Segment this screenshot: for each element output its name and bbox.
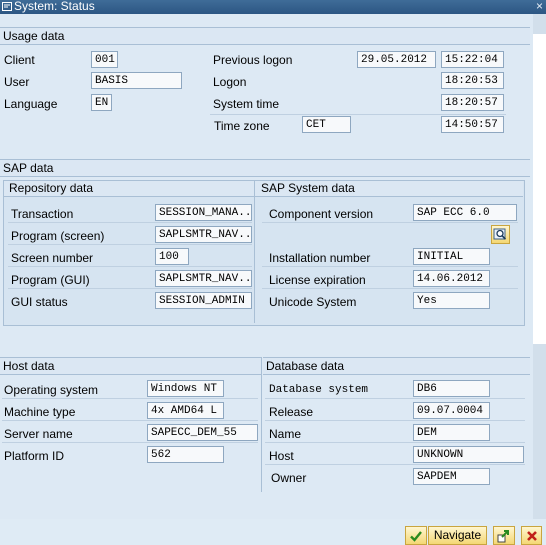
row-divider (265, 442, 525, 443)
installation-number-value: INITIAL (413, 248, 490, 265)
platform-id-value: 562 (147, 446, 224, 463)
machine-type-value: 4x AMD64 L (147, 402, 224, 419)
program-gui-value: SAPLSMTR_NAV... (155, 270, 252, 287)
release-label: Release (269, 405, 314, 419)
title-bar: System: Status × (0, 0, 546, 14)
license-expiration-value: 14.06.2012 (413, 270, 490, 287)
language-value: EN (91, 94, 112, 111)
license-expiration-label: License expiration (269, 273, 366, 287)
database-data-header: Database data (263, 357, 530, 375)
installation-number-label: Installation number (269, 251, 371, 265)
host-data-header: Host data (0, 357, 261, 375)
magnifier-detail-icon[interactable] (491, 225, 510, 244)
owner-value: SAPDEM (413, 468, 490, 485)
row-divider (8, 288, 252, 289)
row-divider (265, 420, 525, 421)
check-icon (410, 531, 422, 542)
row-divider (8, 222, 252, 223)
previous-logon-label: Previous logon (213, 53, 293, 67)
operating-system-value: Windows NT (147, 380, 224, 397)
row-divider (2, 442, 258, 443)
gui-status-value: SESSION_ADMIN (155, 292, 252, 309)
row-divider (265, 464, 525, 465)
system-time-value: 18:20:57 (441, 94, 504, 111)
owner-label: Owner (271, 471, 307, 485)
platform-id-label: Platform ID (4, 449, 65, 463)
row-divider (262, 288, 518, 289)
unicode-system-value: Yes (413, 292, 490, 309)
db-host-value: UNKNOWN (413, 446, 524, 463)
navigate-button[interactable]: Navigate (428, 526, 487, 545)
previous-logon-date: 29.05.2012 (357, 51, 436, 68)
sap-data-header: SAP data (0, 159, 530, 177)
transaction-value: SESSION_MANA... (155, 204, 252, 221)
usage-data-header: Usage data (0, 27, 530, 45)
sap-data-divider (254, 181, 255, 323)
row-divider (262, 266, 518, 267)
db-name-value: DEM (413, 424, 490, 441)
system-time-label: System time (213, 97, 280, 111)
sap-system-data-header: SAP System data (256, 181, 523, 197)
client-label: Client (4, 53, 35, 67)
gui-status-label: GUI status (11, 295, 68, 309)
server-name-value: SAPECC_DEM_55 (147, 424, 258, 441)
export-button[interactable] (493, 526, 515, 545)
time-zone-time: 14:50:57 (441, 116, 504, 133)
cancel-button[interactable] (521, 526, 542, 545)
db-host-label: Host (269, 449, 294, 463)
row-divider (8, 266, 252, 267)
logon-label: Logon (213, 75, 247, 89)
transaction-label: Transaction (11, 207, 74, 221)
row-divider (262, 222, 518, 223)
ok-button[interactable] (405, 526, 427, 545)
program-screen-label: Program (screen) (11, 229, 105, 243)
row-divider (2, 420, 258, 421)
background-window-strip (533, 14, 546, 519)
window-title: System: Status (14, 0, 95, 13)
client-value: 001 (91, 51, 118, 68)
component-version-label: Component version (269, 207, 374, 221)
arrow-export-icon (497, 530, 509, 543)
release-value: 09.07.0004 (413, 402, 490, 419)
screen-number-label: Screen number (11, 251, 94, 265)
user-label: User (4, 75, 30, 89)
logon-time: 18:20:53 (441, 72, 504, 89)
database-system-value: DB6 (413, 380, 490, 397)
repository-data-header: Repository data (4, 181, 257, 197)
program-gui-label: Program (GUI) (11, 273, 90, 287)
host-db-divider (261, 357, 262, 492)
component-version-value: SAP ECC 6.0 (413, 204, 517, 221)
program-screen-value: SAPLSMTR_NAV... (155, 226, 252, 243)
window-icon (2, 2, 12, 11)
row-divider (210, 114, 506, 115)
server-name-label: Server name (4, 427, 73, 441)
db-name-label: Name (269, 427, 302, 441)
language-label: Language (4, 97, 58, 111)
row-divider (2, 398, 258, 399)
time-zone-label: Time zone (214, 119, 270, 133)
close-icon[interactable]: × (536, 0, 543, 14)
previous-logon-time: 15:22:04 (441, 51, 504, 68)
screen-number-value: 100 (155, 248, 189, 265)
row-divider (8, 244, 252, 245)
database-system-label: Database system (269, 384, 369, 396)
operating-system-label: Operating system (4, 383, 99, 397)
unicode-system-label: Unicode System (269, 295, 357, 309)
user-value: BASIS (91, 72, 182, 89)
machine-type-label: Machine type (4, 405, 76, 419)
cancel-x-icon (526, 531, 537, 541)
row-divider (265, 398, 525, 399)
time-zone-value: CET (302, 116, 351, 133)
